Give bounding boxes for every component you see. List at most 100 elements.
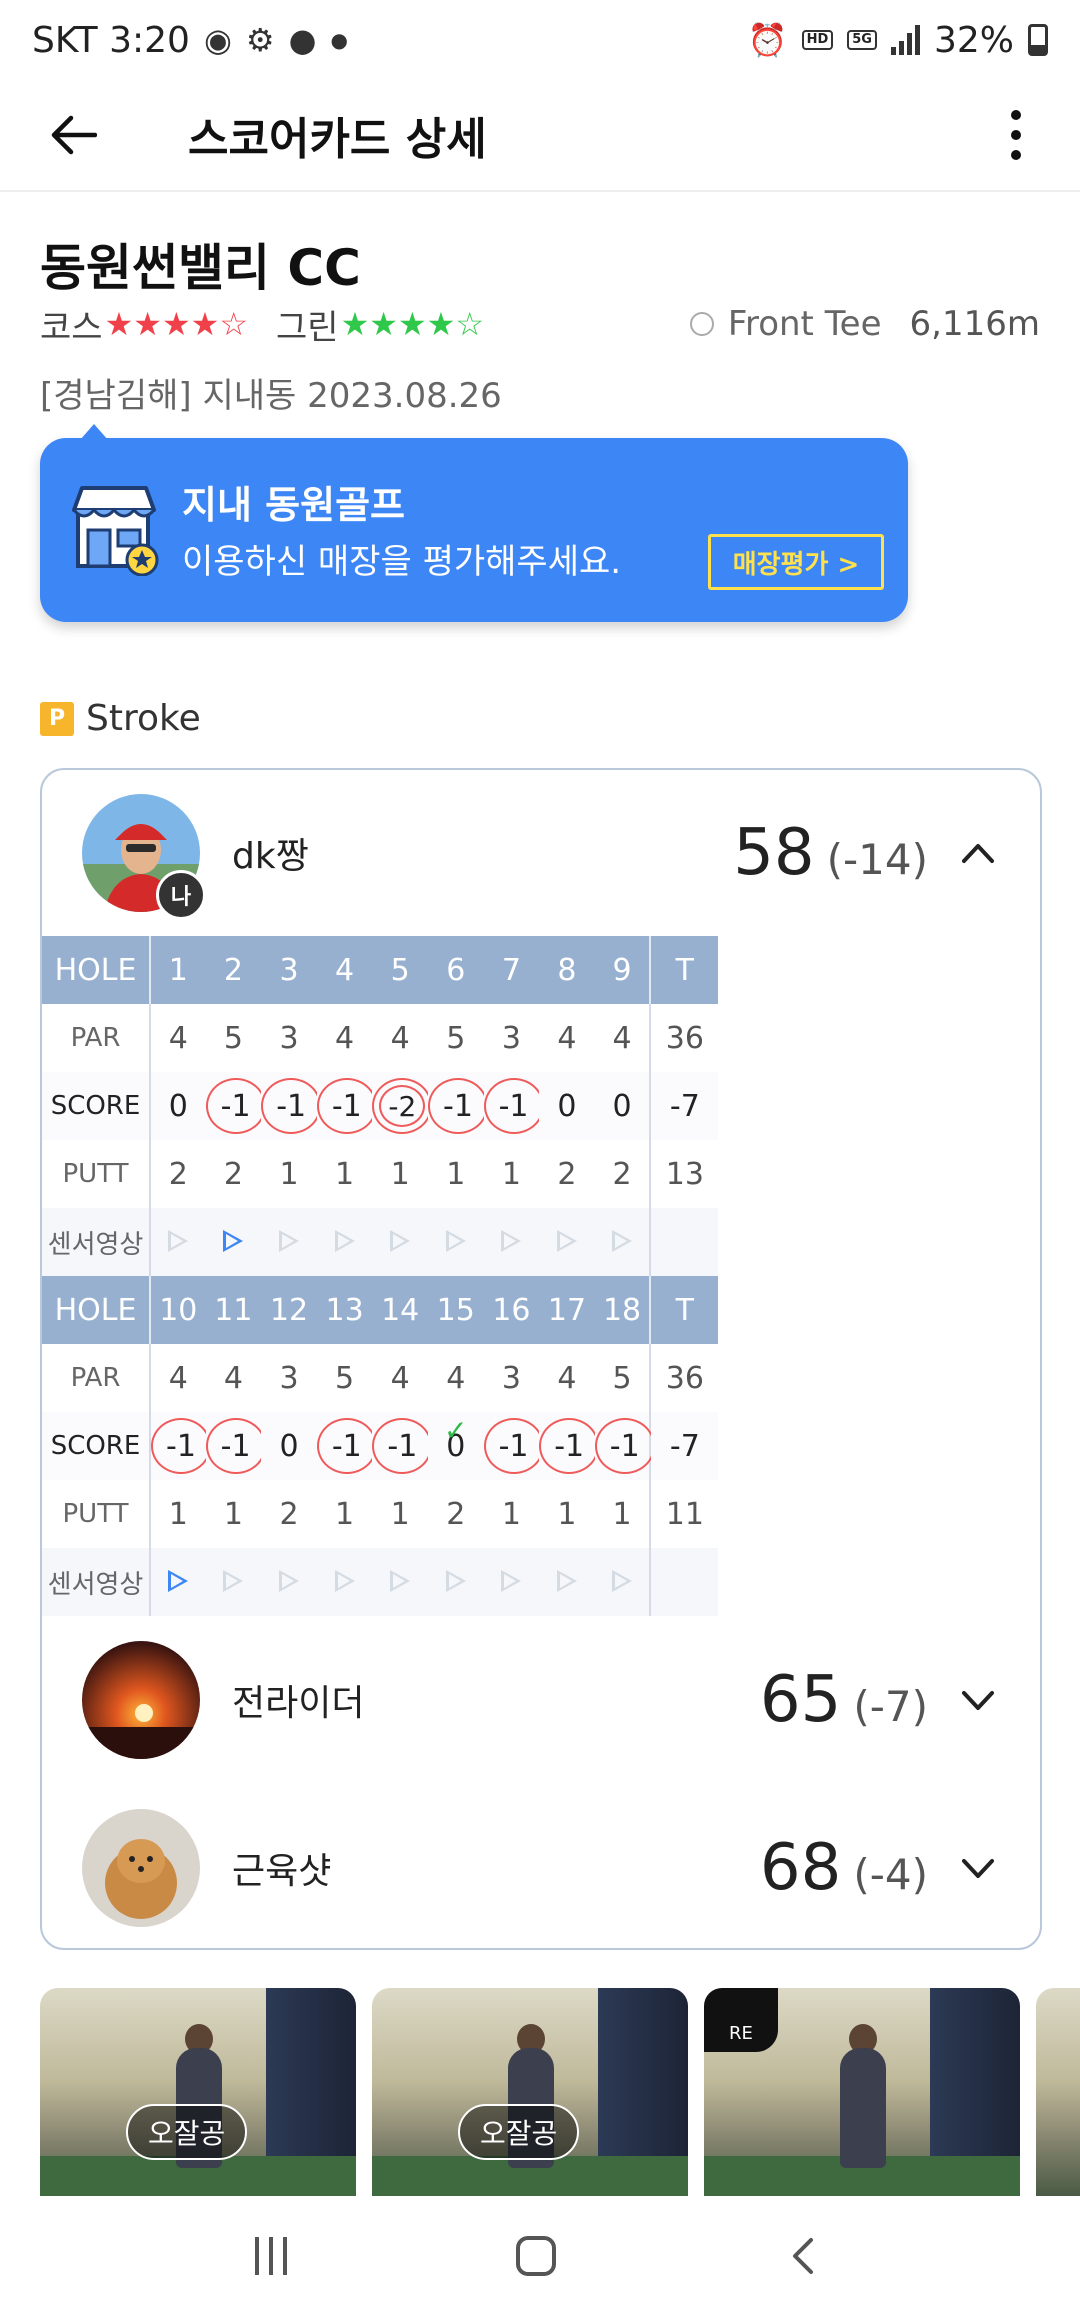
- course-rating-label: 코스: [40, 307, 103, 348]
- play-disabled-icon: [445, 1229, 466, 1252]
- score-cell: -1: [316, 1412, 377, 1480]
- swing-video-thumbnail[interactable]: 오잘공: [40, 1988, 356, 2196]
- par-label: PAR: [42, 1344, 151, 1412]
- birdie-marker: -1: [205, 1078, 266, 1134]
- birdie-marker: -1: [539, 1418, 600, 1474]
- putt-row: PUTT 2 2 1 1 1 1 1 2 2 13: [42, 1140, 1040, 1208]
- score-cell: -1: [372, 1412, 433, 1480]
- birdie-marker: -1: [205, 1418, 266, 1474]
- check-icon: ✓: [443, 1414, 468, 1447]
- hole-number: 11: [205, 1276, 262, 1344]
- play-disabled-icon: [556, 1569, 577, 1592]
- sensor-label: 센서영상: [42, 1548, 151, 1616]
- star-filled-icon: ★: [161, 305, 191, 343]
- home-icon[interactable]: [515, 2236, 556, 2276]
- hole-row: HOLE 10 11 12 13 14 15 16 17 18 T: [42, 1276, 1040, 1344]
- mode-label: Stroke: [86, 698, 201, 739]
- player-diff: (-4): [853, 1850, 928, 1899]
- sensor-cell[interactable]: [150, 1548, 206, 1616]
- player-total: 65: [759, 1663, 842, 1737]
- hole-number: 9: [594, 936, 651, 1004]
- sensor-cell: [483, 1208, 540, 1276]
- play-icon[interactable]: [223, 1229, 244, 1252]
- star-filled-icon: ★: [369, 305, 398, 343]
- eagle-marker: -2: [372, 1078, 433, 1134]
- recent-apps-icon[interactable]: [254, 2237, 287, 2275]
- player-row[interactable]: 전라이더 65 (-7): [42, 1616, 1040, 1784]
- sensor-cell: [594, 1208, 651, 1276]
- putt-cell: 1: [372, 1480, 428, 1548]
- hole-number: 5: [372, 936, 428, 1004]
- chat-icon: ◉: [203, 21, 232, 59]
- sensor-cell: [539, 1548, 595, 1616]
- sensor-cell: [594, 1548, 651, 1616]
- alarm-icon: ⏰: [747, 21, 788, 59]
- play-disabled-icon: [390, 1569, 411, 1592]
- putt-cell: 1: [594, 1480, 651, 1548]
- hole-number: 16: [483, 1276, 540, 1344]
- score-cell: -1: [205, 1412, 266, 1480]
- eagle-value: -2: [379, 1085, 426, 1127]
- chevron-down-icon[interactable]: [960, 1682, 996, 1718]
- player-diff: (-14): [826, 835, 928, 884]
- swing-video-thumbnail[interactable]: 오잘공: [372, 1988, 688, 2196]
- status-bar: SKT 3:20 ◉ ⚙ ● ● ⏰ HD 5G 32%: [0, 0, 1080, 80]
- sensor-cell: [427, 1208, 484, 1276]
- putt-cell: 2: [539, 1140, 595, 1208]
- play-icon[interactable]: [168, 1569, 189, 1592]
- swing-video-thumbnail[interactable]: [1036, 1988, 1080, 2196]
- putt-cell: 1: [261, 1140, 317, 1208]
- putt-row: PUTT 1 1 2 1 1 2 1 1 1 11: [42, 1480, 1040, 1548]
- sensor-cell: [372, 1548, 428, 1616]
- course-distance: 6,116m: [909, 304, 1040, 344]
- play-disabled-icon: [334, 1229, 355, 1252]
- player-row[interactable]: 근육샷 68 (-4): [42, 1784, 1040, 1948]
- battery-icon: [1028, 24, 1048, 56]
- swing-video-thumbnail[interactable]: RE: [704, 1988, 1020, 2196]
- hole-number: 6: [427, 936, 484, 1004]
- score-total: -7: [649, 1412, 719, 1480]
- store-review-banner[interactable]: 지내 동원골프 이용하신 매장을 평가해주세요. 매장평가 >: [40, 424, 908, 622]
- par-cell: 4: [205, 1344, 262, 1412]
- player-score: 65 (-7): [760, 1663, 928, 1737]
- chevron-up-icon[interactable]: [960, 835, 996, 871]
- back-icon[interactable]: [785, 2236, 825, 2276]
- hole-number: 2: [205, 936, 262, 1004]
- hole-number: 10: [150, 1276, 206, 1344]
- par-cell: 4: [150, 1344, 206, 1412]
- play-disabled-icon: [556, 1229, 577, 1252]
- star-filled-icon: ★: [426, 305, 456, 343]
- chevron-down-icon[interactable]: [960, 1850, 996, 1886]
- hole-label: HOLE: [42, 936, 151, 1004]
- hd-voice-icon: HD: [801, 30, 834, 50]
- hole-label: HOLE: [42, 1276, 151, 1344]
- hole-number: 4: [316, 936, 373, 1004]
- signal-icon: [890, 25, 920, 55]
- sensor-cell: [316, 1208, 373, 1276]
- putt-cell: 2: [261, 1480, 317, 1548]
- player-name: dk짱: [232, 836, 309, 877]
- banner-title: 지내 동원골프: [182, 483, 405, 527]
- app-bar: 스코어카드 상세: [0, 80, 1080, 192]
- swing-video-list: 오잘공 오잘공 RE: [40, 1988, 1080, 2196]
- hole-number: 12: [261, 1276, 317, 1344]
- par-cell: 3: [483, 1004, 540, 1072]
- star-filled-icon: ★: [397, 305, 427, 343]
- more-options-icon[interactable]: [992, 99, 1040, 171]
- sensor-cell: [372, 1208, 428, 1276]
- sensor-cell: [483, 1548, 540, 1616]
- tee-radio-icon: [689, 312, 714, 336]
- replay-badge: RE: [704, 1988, 778, 2052]
- back-arrow-icon[interactable]: [38, 99, 110, 171]
- par-cell: 4: [427, 1344, 484, 1412]
- video-tag: 오잘공: [458, 2104, 580, 2160]
- hole-number: 3: [261, 936, 317, 1004]
- mode-badge: P: [40, 701, 74, 736]
- player-total: 68: [759, 1831, 842, 1905]
- player-row-main[interactable]: 나 dk짱 58 (-14): [42, 770, 1040, 936]
- store-review-button[interactable]: 매장평가 >: [708, 534, 884, 590]
- sensor-cell[interactable]: [205, 1208, 262, 1276]
- play-disabled-icon: [612, 1229, 633, 1252]
- putt-cell: 1: [316, 1480, 373, 1548]
- play-disabled-icon: [278, 1569, 299, 1592]
